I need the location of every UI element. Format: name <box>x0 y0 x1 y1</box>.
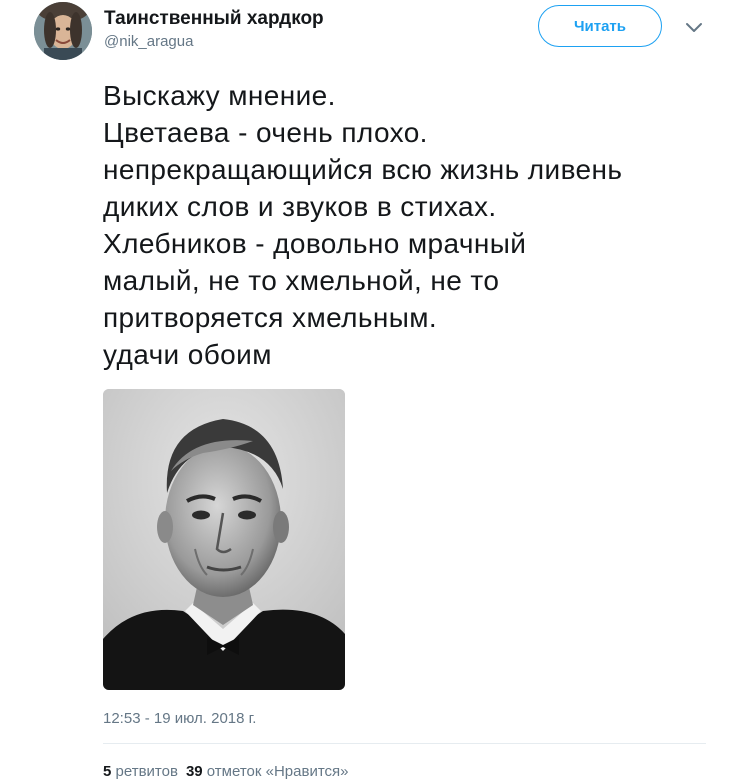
author-handle[interactable]: @nik_aragua <box>104 33 193 50</box>
likes-label: отметок «Нравится» <box>206 763 349 780</box>
tweet-timestamp[interactable]: 12:53 - 19 июл. 2018 г. <box>103 710 256 727</box>
portrait-image <box>103 389 345 690</box>
tweet-text-line: Цветаева - очень плохо. <box>103 117 428 148</box>
tweet-photo[interactable] <box>103 389 345 690</box>
chevron-down-icon[interactable] <box>683 18 705 36</box>
author-display-name[interactable]: Таинственный хардкор <box>104 8 324 30</box>
tweet-stats: 5 ретвитов 39 отметок «Нравится» <box>103 763 348 780</box>
avatar-image <box>34 2 92 60</box>
divider <box>103 743 706 744</box>
tweet-text-line: удачи обоим <box>103 339 272 370</box>
tweet-text-line: диких слов и звуков в стихах. <box>103 191 497 222</box>
tweet-text: Выскажу мнение. Цветаева - очень плохо. … <box>103 77 733 373</box>
tweet-text-line: притворяется хмельным. <box>103 302 438 333</box>
retweets-stat[interactable]: 5 ретвитов <box>103 763 178 780</box>
tweet-text-line: малый, не то хмельной, не то <box>103 265 500 296</box>
retweets-label: ретвитов <box>115 763 178 780</box>
follow-button[interactable]: Читать <box>538 5 662 47</box>
tweet-text-line: непрекращающийся всю жизнь ливень <box>103 154 623 185</box>
likes-count: 39 <box>185 763 203 780</box>
avatar[interactable] <box>34 2 92 60</box>
tweet-text-line: Хлебников - довольно мрачный <box>103 228 527 259</box>
tweet-text-line: Выскажу мнение. <box>103 80 336 111</box>
likes-stat[interactable]: 39 отметок «Нравится» <box>186 763 349 780</box>
retweets-count: 5 <box>103 763 112 780</box>
